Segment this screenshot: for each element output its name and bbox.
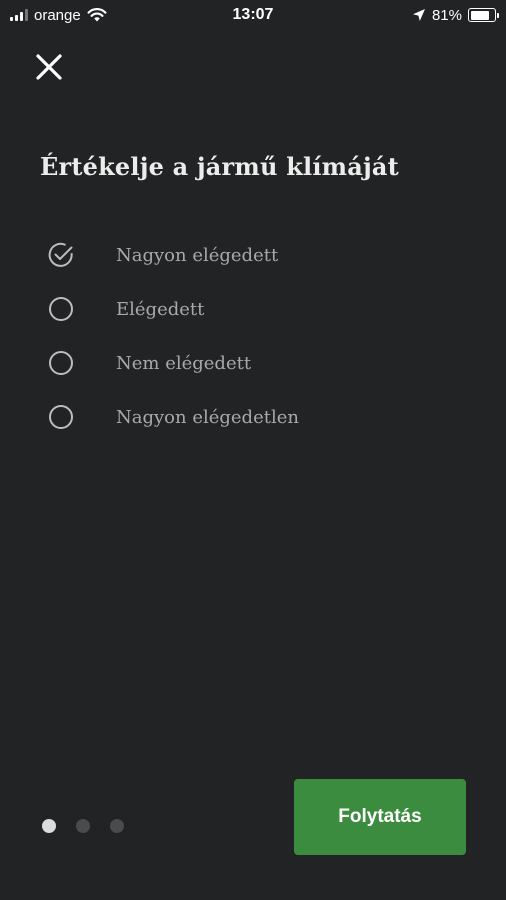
option-label: Nagyon elégedetlen (116, 406, 299, 428)
page-dot-1 (42, 819, 56, 833)
page-indicator (42, 819, 124, 833)
location-arrow-icon (412, 9, 425, 21)
check-circle-icon (46, 240, 76, 270)
option-label: Nagyon elégedett (116, 244, 279, 266)
radio-empty-icon (46, 294, 76, 324)
page-dot-2 (76, 819, 90, 833)
battery-level-fill (470, 10, 490, 20)
option-nagyon-elegedett[interactable]: Nagyon elégedett (46, 228, 466, 282)
signal-icon (10, 9, 28, 21)
wifi-icon (87, 8, 107, 22)
option-nagyon-elegedetlen[interactable]: Nagyon elégedetlen (46, 390, 466, 444)
option-elegedett[interactable]: Elégedett (46, 282, 466, 336)
radio-empty-icon (46, 348, 76, 378)
radio-empty-icon (46, 402, 76, 432)
page-dot-3 (110, 819, 124, 833)
carrier-label: orange (34, 6, 81, 24)
close-button[interactable] (30, 48, 68, 86)
battery-icon (468, 8, 499, 22)
status-right: 81% (412, 6, 499, 24)
close-icon (36, 54, 62, 80)
rating-options: Nagyon elégedett Elégedett Nem elégedett… (46, 228, 466, 444)
option-label: Elégedett (116, 298, 205, 320)
battery-percent: 81% (431, 6, 462, 24)
option-label: Nem elégedett (116, 352, 252, 374)
page-title: Értékelje a jármű klímáját (40, 152, 399, 181)
status-left: orange (10, 7, 107, 24)
status-bar: orange 13:07 81% (0, 0, 506, 30)
continue-button[interactable]: Folytatás (294, 779, 466, 855)
option-nem-elegedett[interactable]: Nem elégedett (46, 336, 466, 390)
